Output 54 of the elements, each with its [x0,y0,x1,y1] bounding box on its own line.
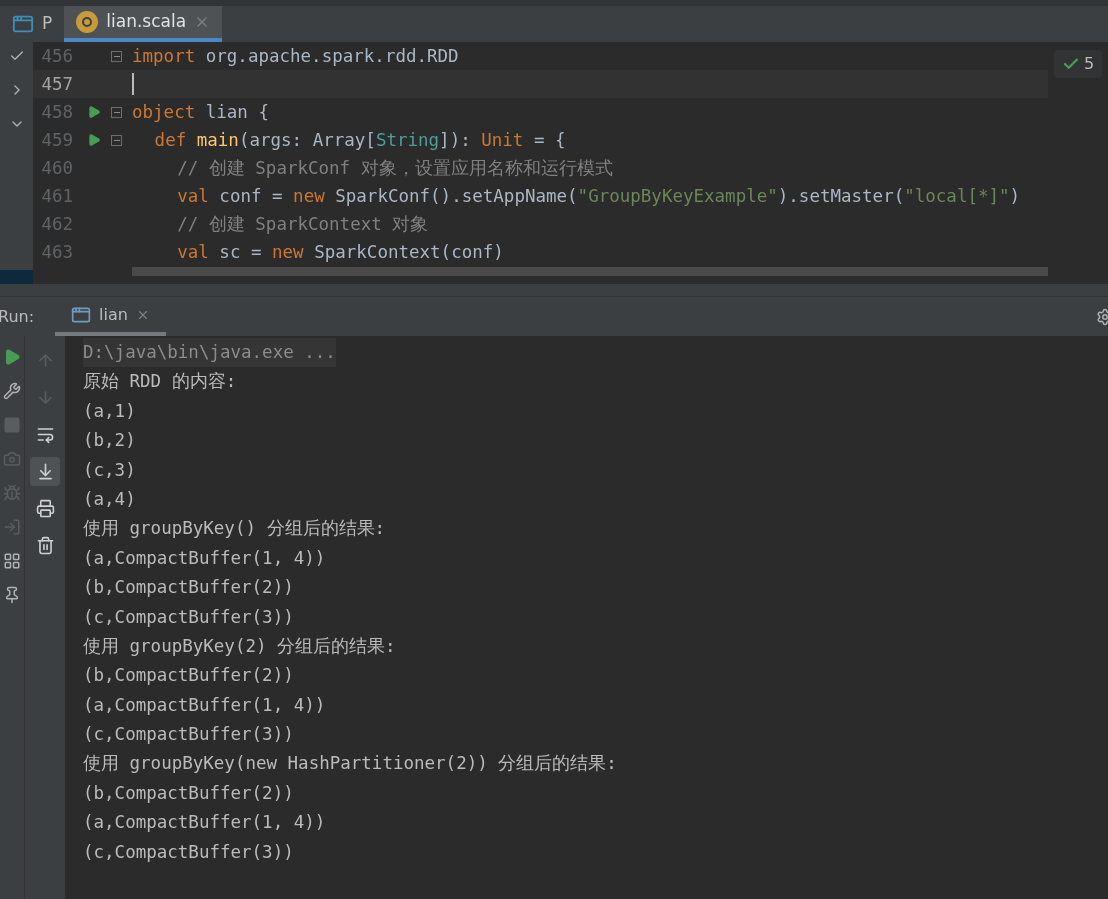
code-line: // 创建 SparkContext 对象 [176,213,429,236]
code-line: object lian { [132,101,269,124]
horizontal-scrollbar[interactable] [132,267,1048,276]
console-line: 使用 groupByKey(new HashPartitioner(2)) 分组后的结果: [83,752,617,776]
console-line: (b,CompactBuffer(2)) [83,781,294,805]
inspection-badge[interactable]: 5 [1053,50,1103,78]
text-caret [132,73,134,95]
console-line: (b,CompactBuffer(2)) [83,576,294,600]
console-line: (a,CompactBuffer(1, 4)) [83,811,326,835]
wrench-icon[interactable] [3,382,21,400]
fold-icon[interactable] [111,106,122,118]
editor-tab[interactable]: lian.scala [64,6,223,42]
console-line: (c,CompactBuffer(3)) [83,605,294,629]
console-line: 使用 groupByKey(2) 分组后的结果: [83,634,396,658]
console-line: (a,1) [83,399,136,423]
code-line: val sc = new SparkContext(conf) [176,241,504,264]
soft-wrap-icon [35,425,55,444]
console-line: (a,4) [83,487,136,511]
line-number: 462 [40,213,73,236]
run-label: Run: [0,305,36,328]
layout-icon[interactable] [3,552,21,570]
line-number: 459 [40,129,73,152]
line-number: 458 [40,101,73,124]
code-line: // 创建 SparkConf 对象，设置应用名称和运行模式 [176,157,613,180]
line-number: 456 [40,45,73,68]
trash-icon [35,536,55,555]
fold-icon[interactable] [111,134,122,146]
editor-tab[interactable]: P [0,6,65,42]
window-icon [12,13,34,35]
line-number: 461 [40,185,73,208]
console-line: (c,CompactBuffer(3)) [83,840,294,864]
pin-icon[interactable] [3,586,21,604]
code-line: import org.apache.spark.rdd.RDD [132,45,459,68]
line-number: 463 [40,241,73,264]
console-line: (a,CompactBuffer(1, 4)) [83,693,326,717]
scroll-to-end-button[interactable] [30,457,60,486]
console-line: (b,2) [83,429,136,453]
file-icon [76,11,99,33]
line-number: 460 [40,157,73,180]
code-line: def main(args: Array[String]): Unit = { [153,129,566,152]
run-icon[interactable] [87,133,101,147]
print-icon [35,499,55,518]
run-icon[interactable] [3,348,21,366]
console-line: (c,CompactBuffer(3)) [83,723,294,747]
console-line: (b,CompactBuffer(2)) [83,664,294,688]
line-number: 457 [40,73,73,96]
console-line: (c,3) [83,458,136,482]
console-line: 使用 groupByKey() 分组后的结果: [83,517,386,541]
console-line: 原始 RDD 的内容: [83,370,237,394]
console-line: (a,CompactBuffer(1, 4)) [83,546,326,570]
settings-icon[interactable] [1096,307,1108,326]
code-line: val conf = new SparkConf().setAppName("GroupByKeyExample").setMaster("local[*]") [176,185,1021,208]
fold-icon[interactable] [111,50,122,62]
run-icon[interactable] [87,105,101,119]
